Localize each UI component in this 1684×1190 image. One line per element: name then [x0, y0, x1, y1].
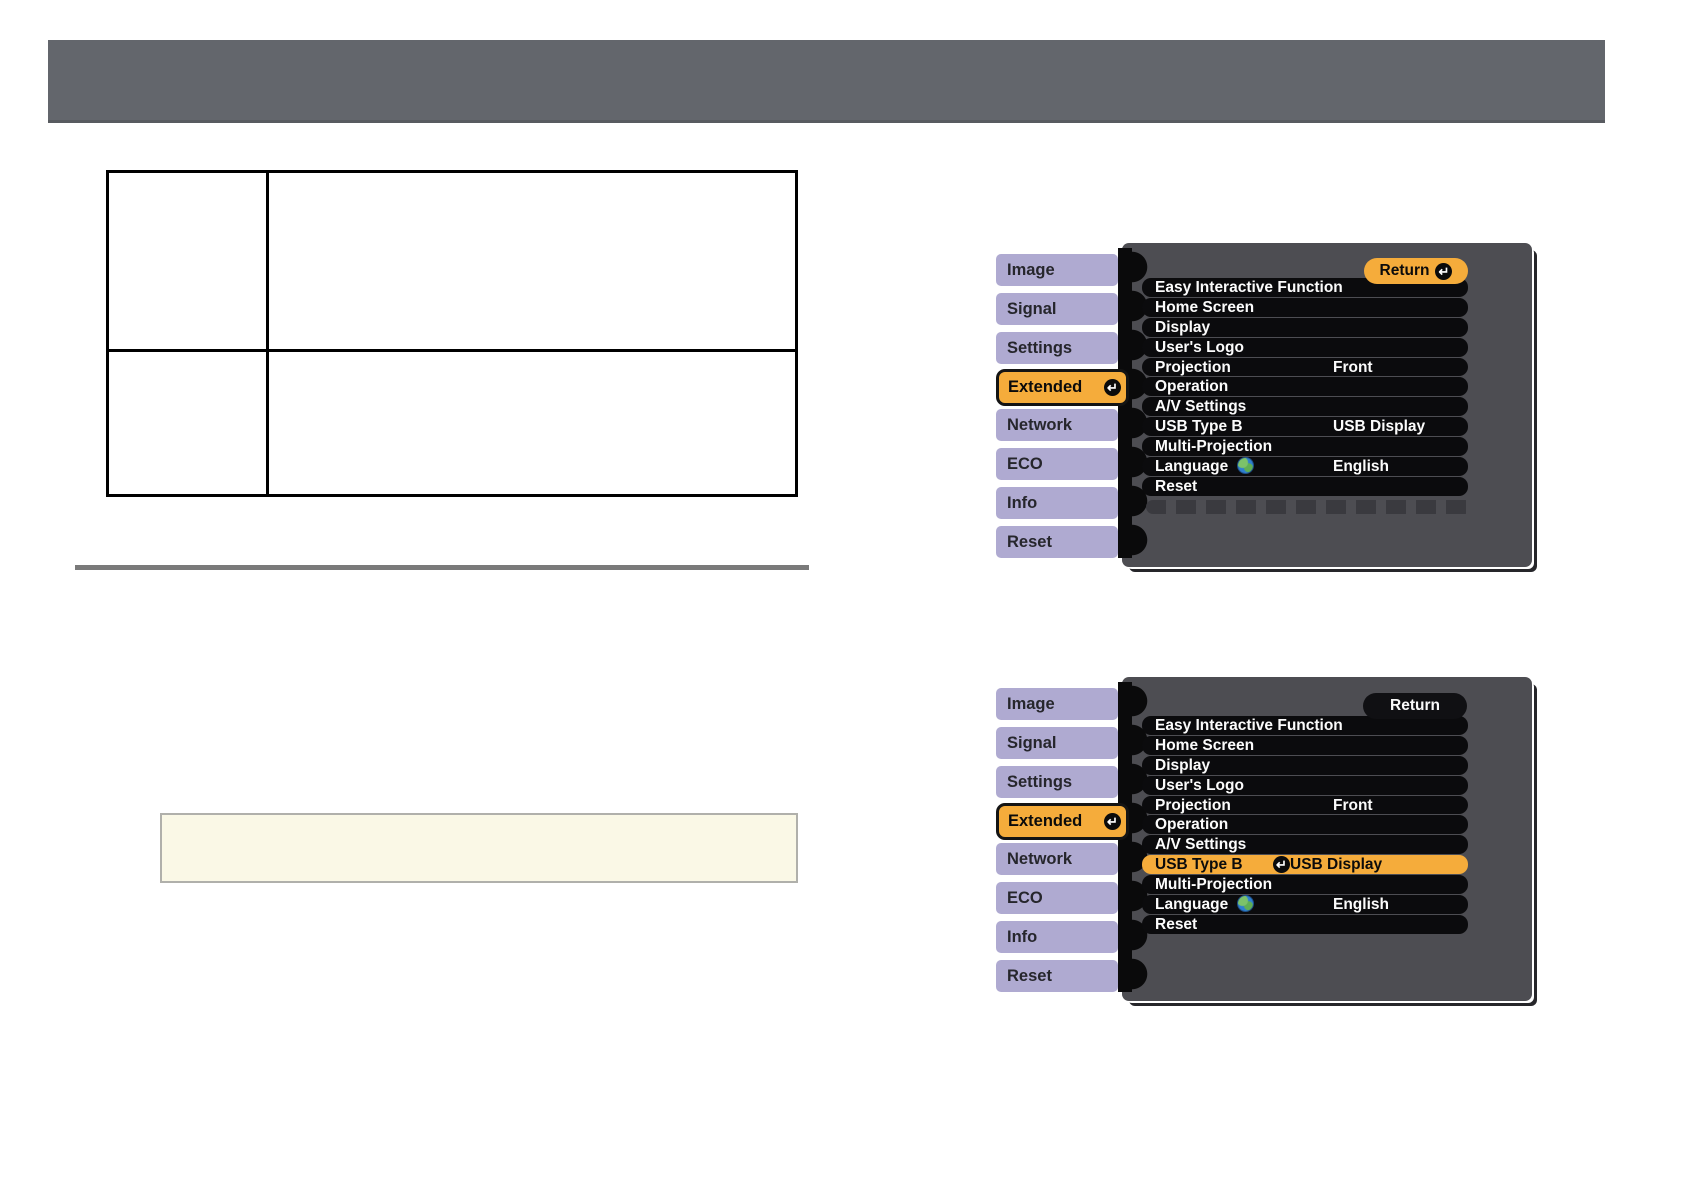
sidebar-tab-info[interactable]: Info — [996, 921, 1118, 953]
sidebar-tab-extended[interactable]: Extended ↵ — [996, 803, 1129, 840]
item-value: English — [1333, 896, 1389, 914]
menu-item-language[interactable]: Language English — [1142, 457, 1468, 476]
menu-item-projection[interactable]: Projection Front — [1142, 795, 1468, 815]
sidebar-tab-reset[interactable]: Reset — [996, 960, 1118, 992]
return-icon: ↵ — [1104, 379, 1121, 396]
sidebar-tab-eco[interactable]: ECO — [996, 882, 1118, 914]
table-row — [106, 170, 798, 352]
menu-item-reset[interactable]: Reset — [1142, 476, 1468, 496]
menu-item-multi-projection[interactable]: Multi-Projection — [1142, 437, 1468, 457]
sidebar-tab-image[interactable]: Image — [996, 688, 1118, 720]
menu-item-list: Easy Interactive Function Home Screen Di… — [1142, 714, 1468, 935]
menu-item-av-settings[interactable]: A/V Settings — [1142, 835, 1468, 855]
menu-item-av-settings[interactable]: A/V Settings — [1142, 397, 1468, 417]
note-box — [160, 813, 798, 883]
sidebar-tab-settings[interactable]: Settings — [996, 332, 1118, 364]
sidebar-tab-signal[interactable]: Signal — [996, 727, 1118, 759]
return-button[interactable]: Return — [1363, 693, 1467, 719]
item-value: USB Display — [1290, 856, 1383, 874]
sidebar-tab-image[interactable]: Image — [996, 254, 1118, 286]
menu-item-home-screen[interactable]: Home Screen — [1142, 735, 1468, 755]
sidebar-tab-eco[interactable]: ECO — [996, 448, 1118, 480]
menu-item-language[interactable]: Language English — [1142, 895, 1468, 914]
table-row — [106, 349, 798, 497]
projector-menu-extended: Image Signal Settings Extended ↵ Network … — [994, 243, 1554, 583]
sidebar-tab-network[interactable]: Network — [996, 409, 1118, 441]
menu-item-projection[interactable]: Projection Front — [1142, 357, 1468, 377]
menu-item-operation[interactable]: Operation — [1142, 815, 1468, 835]
sidebar-tab-network[interactable]: Network — [996, 843, 1118, 875]
sidebar-tab-extended[interactable]: Extended ↵ — [996, 369, 1129, 406]
item-value: USB Display — [1333, 418, 1426, 436]
menu-item-display[interactable]: Display — [1142, 755, 1468, 775]
return-icon: ↵ — [1104, 813, 1121, 830]
item-value: Front — [1333, 796, 1373, 814]
menu-item-home-screen[interactable]: Home Screen — [1142, 297, 1468, 317]
table-cell — [106, 349, 269, 497]
sidebar-tab-info[interactable]: Info — [996, 487, 1118, 519]
menu-item-multi-projection[interactable]: Multi-Projection — [1142, 875, 1468, 895]
return-icon: ↵ — [1273, 856, 1290, 874]
menu-item-users-logo[interactable]: User's Logo — [1142, 775, 1468, 795]
menu-item-users-logo[interactable]: User's Logo — [1142, 337, 1468, 357]
menu-item-operation[interactable]: Operation — [1142, 377, 1468, 397]
item-value: Front — [1333, 358, 1373, 376]
sidebar-tab-signal[interactable]: Signal — [996, 293, 1118, 325]
menu-item-display[interactable]: Display — [1142, 317, 1468, 337]
item-value: English — [1333, 458, 1389, 476]
section-divider — [75, 565, 809, 570]
manual-page: Image Signal Settings Extended ↵ Network … — [0, 0, 1684, 1190]
sidebar-tab-settings[interactable]: Settings — [996, 766, 1118, 798]
menu-item-usb-type-b-highlighted[interactable]: USB Type B ↵ USB Display — [1142, 855, 1468, 875]
page-header-bar — [48, 40, 1605, 123]
return-button[interactable]: Return ↵ — [1364, 258, 1468, 284]
sidebar-tab-reset[interactable]: Reset — [996, 526, 1118, 558]
table-cell — [106, 170, 269, 352]
scroll-texture — [1146, 500, 1472, 514]
globe-icon — [1237, 457, 1255, 475]
menu-item-reset[interactable]: Reset — [1142, 914, 1468, 934]
table-cell — [266, 349, 798, 497]
return-icon: ↵ — [1435, 262, 1453, 280]
table-cell — [266, 170, 798, 352]
projector-menu-usb-type-b: Image Signal Settings Extended ↵ Network … — [994, 677, 1554, 1017]
menu-item-list: Easy Interactive Function Home Screen Di… — [1142, 276, 1468, 497]
menu-item-usb-type-b[interactable]: USB Type B USB Display — [1142, 417, 1468, 437]
globe-icon — [1237, 895, 1255, 913]
spec-table — [106, 170, 798, 497]
